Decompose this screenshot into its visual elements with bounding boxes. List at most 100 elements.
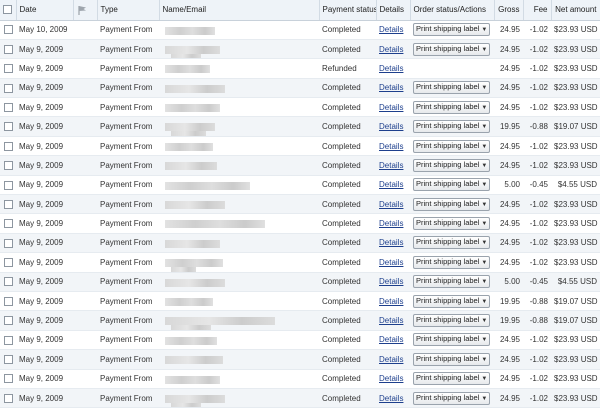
row-checkbox[interactable] (3, 141, 13, 151)
print-shipping-label-button[interactable]: Print shipping label ▼ (413, 42, 491, 56)
col-gross[interactable]: Gross (494, 0, 524, 21)
row-checkbox[interactable] (3, 122, 13, 132)
col-type[interactable]: Type (97, 0, 160, 21)
row-checkbox[interactable] (3, 238, 13, 248)
print-shipping-label-button[interactable]: Print shipping label ▼ (413, 139, 491, 153)
print-shipping-label-button[interactable]: Print shipping label ▼ (413, 391, 491, 405)
row-checkbox[interactable] (3, 393, 13, 403)
row-name-email[interactable] (159, 58, 319, 79)
row-checkbox[interactable] (3, 219, 13, 229)
row-select-cell[interactable] (0, 369, 16, 389)
table-row[interactable]: May 9, 2009 Payment From Completed Details P… (0, 97, 600, 118)
table-row[interactable]: May 9, 2009 Payment From Completed Details P… (0, 233, 600, 254)
row-checkbox[interactable] (3, 316, 13, 326)
row-select-cell[interactable] (0, 388, 16, 408)
details-link[interactable]: Details (379, 142, 403, 151)
row-select-cell[interactable] (0, 155, 16, 176)
row-select-cell[interactable] (0, 252, 16, 273)
table-row[interactable]: May 9, 2009 Payment From Completed Details P… (0, 330, 600, 351)
row-checkbox[interactable] (3, 25, 13, 35)
row-checkbox[interactable] (3, 102, 13, 112)
table-row[interactable]: May 9, 2009 Payment From Completed Details P… (0, 194, 600, 215)
row-name-email[interactable] (159, 78, 319, 99)
row-name-email[interactable] (159, 388, 319, 408)
print-shipping-label-button[interactable]: Print shipping label ▼ (413, 178, 491, 192)
details-link[interactable]: Details (379, 161, 403, 170)
row-select-cell[interactable] (0, 175, 16, 196)
row-select-cell[interactable] (0, 349, 16, 370)
row-name-email[interactable] (159, 233, 319, 254)
print-shipping-label-button[interactable]: Print shipping label ▼ (413, 372, 491, 386)
details-link[interactable]: Details (379, 394, 403, 403)
details-link[interactable]: Details (379, 258, 403, 267)
print-shipping-label-button[interactable]: Print shipping label ▼ (413, 333, 491, 347)
print-shipping-label-button[interactable]: Print shipping label ▼ (413, 158, 491, 172)
print-shipping-label-button[interactable]: Print shipping label ▼ (413, 236, 491, 250)
details-link[interactable]: Details (379, 277, 403, 286)
select-all-cell[interactable] (0, 0, 17, 21)
row-select-cell[interactable] (0, 58, 16, 79)
details-link[interactable]: Details (379, 335, 403, 344)
details-link[interactable]: Details (379, 200, 403, 209)
row-name-email[interactable] (159, 20, 319, 40)
print-shipping-label-button[interactable]: Print shipping label ▼ (413, 23, 491, 37)
row-select-cell[interactable] (0, 116, 16, 137)
row-name-email[interactable] (159, 155, 319, 176)
row-name-email[interactable] (159, 349, 319, 370)
row-checkbox[interactable] (3, 83, 13, 93)
row-select-cell[interactable] (0, 213, 16, 234)
row-select-cell[interactable] (0, 97, 16, 118)
table-row[interactable]: May 9, 2009 Payment From Completed Details P… (0, 272, 600, 292)
table-row[interactable]: May 9, 2009 Payment From Completed Details P… (0, 213, 600, 234)
print-shipping-label-button[interactable]: Print shipping label ▼ (413, 81, 491, 95)
table-row[interactable]: May 9, 2009 Payment From Completed Details P… (0, 155, 600, 176)
row-checkbox[interactable] (3, 335, 13, 345)
table-row[interactable]: May 9, 2009 Payment From Completed Details P… (0, 136, 600, 157)
print-shipping-label-button[interactable]: Print shipping label ▼ (413, 352, 491, 366)
row-select-cell[interactable] (0, 291, 16, 312)
row-select-cell[interactable] (0, 330, 16, 351)
row-select-cell[interactable] (0, 310, 16, 331)
row-checkbox[interactable] (3, 355, 13, 365)
row-name-email[interactable] (159, 252, 319, 273)
col-name-email[interactable]: Name/Email (159, 0, 320, 21)
print-shipping-label-button[interactable]: Print shipping label ▼ (413, 314, 491, 328)
table-row[interactable]: May 9, 2009 Payment From Refunded Details 24… (0, 58, 600, 79)
print-shipping-label-button[interactable]: Print shipping label ▼ (413, 255, 491, 269)
details-link[interactable]: Details (379, 83, 403, 92)
row-name-email[interactable] (159, 369, 319, 389)
table-row[interactable]: May 9, 2009 Payment From Completed Details P… (0, 369, 600, 389)
table-row[interactable]: May 9, 2009 Payment From Completed Details P… (0, 349, 600, 370)
table-row[interactable]: May 10, 2009 Payment From Completed Details… (0, 20, 600, 40)
details-link[interactable]: Details (379, 316, 403, 325)
details-link[interactable]: Details (379, 238, 403, 247)
row-select-cell[interactable] (0, 39, 16, 60)
details-link[interactable]: Details (379, 64, 403, 73)
details-link[interactable]: Details (379, 122, 403, 131)
print-shipping-label-button[interactable]: Print shipping label ▼ (413, 217, 491, 231)
row-checkbox[interactable] (3, 199, 13, 209)
row-checkbox[interactable] (3, 180, 13, 190)
table-row[interactable]: May 9, 2009 Payment From Completed Details P… (0, 39, 600, 60)
row-checkbox[interactable] (3, 161, 13, 171)
details-link[interactable]: Details (379, 25, 403, 34)
row-checkbox[interactable] (3, 64, 13, 74)
row-checkbox[interactable] (3, 374, 13, 384)
row-checkbox[interactable] (3, 277, 13, 287)
col-payment-status[interactable]: Payment status (319, 0, 377, 21)
row-select-cell[interactable] (0, 272, 16, 292)
col-fee[interactable]: Fee (523, 0, 552, 21)
print-shipping-label-button[interactable]: Print shipping label ▼ (413, 275, 491, 289)
row-name-email[interactable] (159, 175, 319, 196)
row-checkbox[interactable] (3, 296, 13, 306)
row-checkbox[interactable] (3, 44, 13, 54)
print-shipping-label-button[interactable]: Print shipping label ▼ (413, 120, 491, 134)
row-name-email[interactable] (159, 194, 319, 215)
details-link[interactable]: Details (379, 297, 403, 306)
row-name-email[interactable] (159, 213, 319, 234)
row-name-email[interactable] (159, 97, 319, 118)
row-select-cell[interactable] (0, 78, 16, 99)
table-row[interactable]: May 9, 2009 Payment From Completed Details P… (0, 388, 600, 408)
table-row[interactable]: May 9, 2009 Payment From Completed Details P… (0, 291, 600, 312)
col-details[interactable]: Details (376, 0, 411, 21)
